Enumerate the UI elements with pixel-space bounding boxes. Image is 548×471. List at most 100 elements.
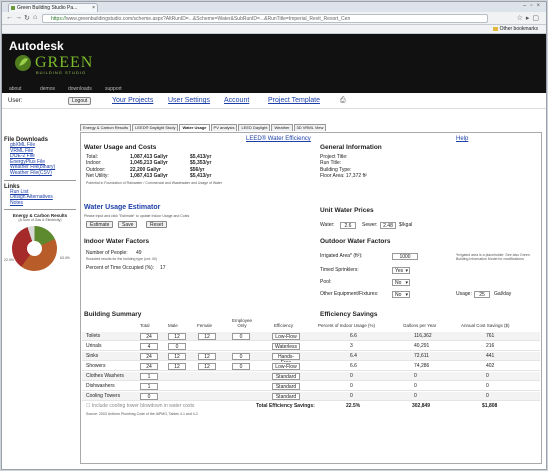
browser-tab[interactable]: Green Building Studio Pa... × bbox=[8, 3, 98, 12]
savings-value: 216 bbox=[486, 343, 495, 349]
efficiency-select[interactable]: Standard bbox=[272, 373, 300, 380]
gallons-value: 72,611 bbox=[414, 353, 429, 359]
occupied-label: Percent of Time Occupied (%): bbox=[86, 265, 155, 271]
water-usage-title: Water Usage and Costs bbox=[84, 144, 157, 151]
occupied-value[interactable]: 17 bbox=[160, 265, 166, 271]
nav-about[interactable]: about bbox=[9, 86, 22, 92]
browser-tools-icon[interactable]: ☆▸▢ bbox=[517, 14, 542, 22]
efficiency-savings-title: Efficiency Savings bbox=[320, 311, 378, 318]
site-header: Autodesk GREEN BUILDING STUDIO about dem… bbox=[2, 34, 546, 93]
pool-select[interactable]: No bbox=[392, 279, 410, 286]
help-link[interactable]: Help bbox=[456, 136, 468, 142]
logout-button[interactable]: Logout bbox=[68, 97, 92, 105]
fixture-count-input[interactable]: 12 bbox=[168, 363, 186, 370]
divider bbox=[4, 209, 76, 211]
irrigated-note: *Irrigated area is a placeholder. See al… bbox=[456, 253, 530, 261]
energy-pie-chart[interactable] bbox=[12, 226, 57, 271]
print-icon[interactable]: ⎙ bbox=[340, 97, 346, 105]
fixture-count-input[interactable]: 24 bbox=[140, 353, 158, 360]
pie-label-left: 22.0% bbox=[4, 258, 14, 262]
tab-pv[interactable]: PV analysis bbox=[210, 124, 238, 131]
address-bar[interactable]: https://www.greenbuildingstudio.com/sche… bbox=[42, 14, 488, 23]
project-template-link[interactable]: Project Template bbox=[268, 97, 320, 104]
fixture-count-input[interactable]: 12 bbox=[168, 353, 186, 360]
tab-vrml[interactable]: 3D VRML View bbox=[293, 124, 327, 131]
sewer-price-label: Sewer: bbox=[362, 222, 378, 228]
fixture-count-input[interactable]: 12 bbox=[168, 333, 186, 340]
fixture-count-input[interactable]: 24 bbox=[140, 363, 158, 370]
divider bbox=[4, 179, 76, 181]
timed-label: Timed Sprinklers: bbox=[320, 267, 359, 273]
general-info-title: General Information bbox=[320, 144, 382, 151]
usage-note: Potential in Foundation of Rainwater / C… bbox=[86, 181, 223, 185]
result-tabs: Energy & Carbon Results LEED® Daylight St… bbox=[80, 124, 327, 131]
forward-icon[interactable]: → bbox=[15, 14, 22, 21]
timed-select[interactable]: Yes bbox=[392, 267, 410, 274]
fixture-count-input[interactable]: 0 bbox=[232, 363, 250, 370]
fixture-count-input[interactable]: 0 bbox=[140, 393, 158, 400]
fixture-count-input[interactable]: 4 bbox=[140, 343, 158, 350]
other-equip-select[interactable]: No bbox=[392, 291, 410, 298]
nav-downloads[interactable]: downloads bbox=[68, 86, 92, 92]
gallons-value: 0 bbox=[414, 373, 417, 379]
fixture-count-input[interactable]: 1 bbox=[140, 373, 158, 380]
window-controls[interactable]: –▫× bbox=[523, 3, 544, 9]
save-button[interactable]: Save bbox=[118, 221, 138, 228]
tab-weather[interactable]: Weather bbox=[271, 124, 293, 131]
fixture-count-input[interactable]: 0 bbox=[232, 353, 250, 360]
download-weather-csv[interactable]: Weather File(CSV) bbox=[4, 170, 76, 177]
col-savings: Annual Cost Savings ($) bbox=[461, 323, 510, 328]
efficiency-select[interactable]: Waterless bbox=[272, 343, 300, 350]
fixture-count-input[interactable]: 24 bbox=[140, 333, 158, 340]
nav-demos[interactable]: demos bbox=[40, 86, 55, 92]
back-icon[interactable]: ← bbox=[6, 14, 13, 21]
fixture-count-input[interactable]: 0 bbox=[168, 343, 186, 350]
usage-input[interactable]: 25 bbox=[474, 291, 490, 298]
link-notes[interactable]: Notes bbox=[4, 200, 76, 207]
fixture-count-input[interactable]: 1 bbox=[140, 383, 158, 390]
usage-labels: Total: Indoor: Outdoor: Net Utility: bbox=[86, 154, 109, 180]
reset-button[interactable]: Reset bbox=[146, 221, 168, 228]
source-note: Source: 2003 Uniform Plumbing Code of th… bbox=[86, 412, 198, 416]
col-employee: Employee Only bbox=[231, 318, 252, 328]
folder-icon bbox=[492, 26, 498, 31]
sewer-price-input[interactable]: 2.48 bbox=[380, 222, 396, 229]
close-tab-icon[interactable]: × bbox=[92, 4, 95, 12]
total-cost: $1,808 bbox=[482, 403, 498, 409]
tab-water-usage[interactable]: Water Usage bbox=[179, 124, 210, 131]
water-price-input[interactable]: 2.6 bbox=[340, 222, 356, 229]
estimate-button[interactable]: Estimate bbox=[86, 221, 114, 228]
people-value[interactable]: 49 bbox=[136, 250, 142, 256]
cooling-tower-checkbox[interactable]: ☐ Include cooling tower blowdown in wate… bbox=[86, 403, 194, 409]
sidebar: File Downloads gbXML File VRML File DOE-… bbox=[4, 136, 76, 222]
fixture-count-input[interactable]: 12 bbox=[198, 333, 216, 340]
efficiency-select[interactable]: Low-Flow bbox=[272, 333, 300, 340]
other-bookmarks[interactable]: Other bookmarks bbox=[492, 26, 538, 32]
efficiency-select[interactable]: Low-Flow bbox=[272, 363, 300, 370]
browser-toolbar: ← → ↻ ⌂ https://www.greenbuildingstudio.… bbox=[2, 12, 546, 25]
savings-value: 0 bbox=[486, 373, 489, 379]
efficiency-select[interactable]: Standard bbox=[272, 383, 300, 390]
nav-support[interactable]: support bbox=[105, 86, 122, 92]
tab-energy[interactable]: Energy & Carbon Results bbox=[80, 124, 132, 131]
leed-water-efficiency-link[interactable]: LEED® Water Efficiency bbox=[246, 136, 311, 142]
col-percent: Percent of Indoor Usage (%) bbox=[318, 323, 376, 328]
fixture-count-input[interactable]: 12 bbox=[198, 363, 216, 370]
irrigated-input[interactable]: 1000 bbox=[392, 253, 418, 260]
efficiency-select[interactable]: Hands-Free bbox=[272, 353, 300, 366]
your-projects-link[interactable]: Your Projects bbox=[112, 97, 153, 104]
user-settings-link[interactable]: User Settings bbox=[168, 97, 210, 104]
savings-value: 441 bbox=[486, 353, 495, 359]
autodesk-logo[interactable]: Autodesk bbox=[9, 39, 64, 53]
tab-leed-daylight-study[interactable]: LEED® Daylight Study bbox=[132, 124, 179, 131]
account-link[interactable]: Account bbox=[224, 97, 249, 104]
percent-value: 6.4 bbox=[350, 353, 357, 359]
fixture-count-input[interactable]: 0 bbox=[232, 333, 250, 340]
fixture-count-input[interactable]: 12 bbox=[198, 353, 216, 360]
table-row: Toilets 24 12 12 0 Low-Flow 6.6 116,362 761 bbox=[82, 332, 540, 341]
reload-icon[interactable]: ↻ bbox=[24, 14, 30, 22]
tab-leed-daylight[interactable]: LEED Daylight bbox=[238, 124, 271, 131]
fixture-label: Toilets bbox=[86, 333, 101, 339]
home-icon[interactable]: ⌂ bbox=[33, 14, 37, 21]
efficiency-select[interactable]: Standard bbox=[272, 393, 300, 400]
